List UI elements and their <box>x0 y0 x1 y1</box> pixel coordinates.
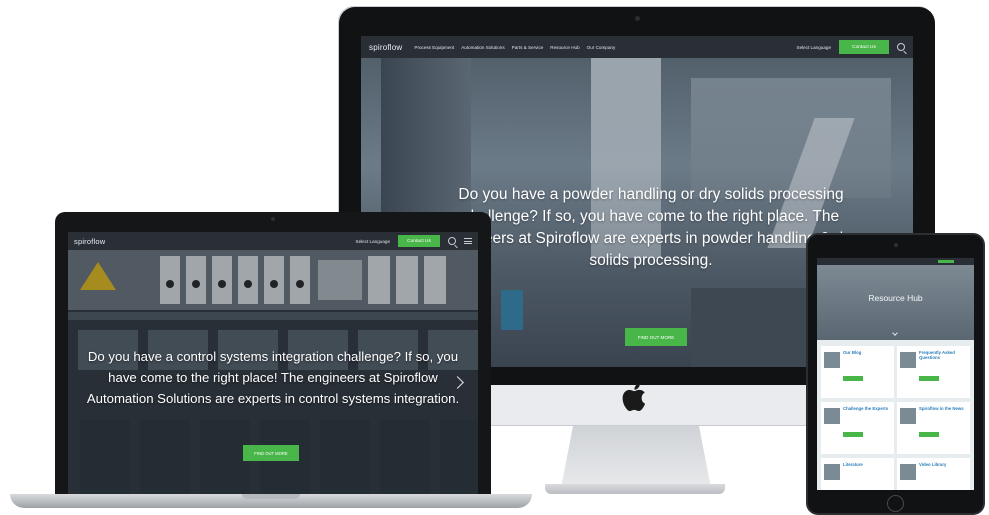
resource-card[interactable]: Our Blog <box>821 346 894 398</box>
search-icon[interactable] <box>448 237 456 245</box>
card-title: Our Blog <box>843 350 862 355</box>
desktop-navbar: spiroflow Process Equipment Automation S… <box>361 36 913 58</box>
resource-card[interactable]: Spiroflow in the News <box>897 402 970 454</box>
laptop-find-out-more-button[interactable]: FIND OUT MORE <box>243 445 299 461</box>
menu-icon[interactable] <box>464 238 472 244</box>
card-button[interactable] <box>919 432 939 437</box>
card-title: Challenge the Experts <box>843 406 889 411</box>
imac-stand-base <box>545 484 725 494</box>
camera-icon <box>271 217 275 221</box>
laptop-navbar: spiroflow Select Language Contact Us <box>68 232 478 250</box>
card-title: Spiroflow in the News <box>919 406 964 411</box>
camera-icon <box>635 16 640 21</box>
laptop-hero-image: Do you have a control systems integratio… <box>68 250 478 494</box>
laptop-hero-headline: Do you have a control systems integratio… <box>86 349 460 406</box>
apple-logo-icon <box>622 383 646 412</box>
desktop-hero-headline: Do you have a powder handling or dry sol… <box>445 186 857 269</box>
resource-card[interactable]: Frequently Asked Questions <box>897 346 970 398</box>
nav-automation-solutions[interactable]: Automation Solutions <box>461 45 504 50</box>
tablet-navbar <box>817 258 974 265</box>
card-thumbnail <box>824 408 840 424</box>
card-thumbnail <box>824 352 840 368</box>
card-thumbnail <box>900 352 916 368</box>
nav-resource-hub[interactable]: Resource Hub <box>550 45 579 50</box>
laptop-notch <box>242 494 300 499</box>
desktop-contact-button[interactable]: Contact Us <box>839 40 889 54</box>
chevron-down-icon[interactable] <box>892 330 898 336</box>
laptop-contact-button[interactable]: Contact Us <box>398 235 440 247</box>
laptop-base <box>10 494 532 508</box>
laptop-logo[interactable]: spiroflow <box>74 237 105 246</box>
tablet-hero-title: Resource Hub <box>868 293 923 303</box>
nav-parts-service[interactable]: Parts & Service <box>512 45 544 50</box>
card-thumbnail <box>900 464 916 480</box>
laptop-screen: Do you have a control systems integratio… <box>68 232 478 494</box>
card-button[interactable] <box>843 376 863 381</box>
tablet-hero: Resource Hub <box>817 265 974 340</box>
card-thumbnail <box>900 408 916 424</box>
tablet-device: Resource Hub Our Blog Frequently Asked Q… <box>806 233 985 515</box>
search-icon[interactable] <box>897 43 905 51</box>
nav-process-equipment[interactable]: Process Equipment <box>414 45 454 50</box>
card-button[interactable] <box>843 432 863 437</box>
card-title: Frequently Asked Questions <box>919 350 955 360</box>
nav-our-company[interactable]: Our Company <box>587 45 616 50</box>
resource-card[interactable]: Video Library <box>897 458 970 490</box>
desktop-language-select[interactable]: Select Language <box>797 45 831 50</box>
card-thumbnail <box>824 464 840 480</box>
card-button[interactable] <box>919 376 939 381</box>
card-title: Video Library <box>919 462 947 467</box>
resource-card-grid: Our Blog Frequently Asked Questions Chal… <box>821 346 970 490</box>
tablet-contact-button[interactable] <box>938 260 954 263</box>
laptop-language-select[interactable]: Select Language <box>356 239 390 244</box>
resource-card[interactable]: Literature <box>821 458 894 490</box>
imac-stand <box>561 426 711 488</box>
desktop-find-out-more-button[interactable]: FIND OUT MORE <box>625 328 687 346</box>
device-mockup-composite: Do you have a powder handling or dry sol… <box>0 0 989 515</box>
desktop-nav-menu: Process Equipment Automation Solutions P… <box>414 45 615 50</box>
desktop-logo[interactable]: spiroflow <box>369 43 402 52</box>
card-title: Literature <box>843 462 863 467</box>
tablet-screen: Resource Hub Our Blog Frequently Asked Q… <box>817 258 974 490</box>
home-button[interactable] <box>887 495 904 512</box>
resource-card[interactable]: Challenge the Experts <box>821 402 894 454</box>
laptop-device: Do you have a control systems integratio… <box>55 212 491 494</box>
camera-icon <box>894 243 898 247</box>
